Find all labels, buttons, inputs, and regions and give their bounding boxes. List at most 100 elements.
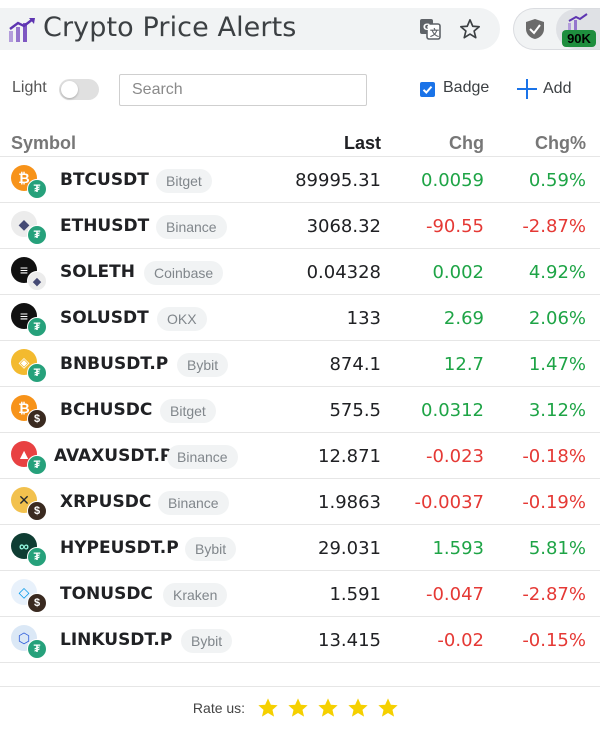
table-row[interactable]: ≡ ◆ SOLETH Coinbase 0.04328 0.002 4.92% (0, 249, 600, 295)
table-header: Symbol Last Chg Chg% (0, 130, 600, 157)
exchange-badge: OKX (157, 307, 207, 331)
price-change-percent: 1.47% (528, 354, 586, 375)
coin-pair-icon: ▲ ₮ (11, 441, 47, 475)
search-input[interactable] (119, 74, 367, 106)
column-header-chg-pct[interactable]: Chg% (535, 133, 586, 154)
table-row[interactable]: ◆ ₮ ETHUSDT Binance 3068.32 -90.55 -2.87… (0, 203, 600, 249)
table-row[interactable]: ◈ ₮ BNBUSDT.P Bybit 874.1 12.7 1.47% (0, 341, 600, 387)
crypto-alert-extension-icon (568, 13, 588, 30)
table-row[interactable]: ₿ ₮ BTCUSDT Bitget 89995.31 0.0059 0.59% (0, 157, 600, 203)
exchange-badge: Coinbase (144, 261, 224, 285)
footer-divider (0, 686, 600, 687)
usdc-icon: $ (27, 409, 47, 429)
price-change: 1.593 (432, 538, 484, 559)
price-change-percent: -0.18% (522, 446, 586, 467)
price-table: Symbol Last Chg Chg% ₿ ₮ BTCUSDT Bitget … (0, 130, 600, 663)
price-change-percent: -2.87% (522, 216, 586, 237)
theme-label: Light (12, 79, 47, 96)
tether-icon: ₮ (27, 179, 47, 199)
table-row[interactable]: ⬡ ₮ LINKUSDT.P Bybit 13.415 -0.02 -0.15% (0, 617, 600, 663)
exchange-badge: Bitget (156, 169, 212, 193)
rating-star-icon[interactable] (377, 697, 399, 719)
column-header-last[interactable]: Last (344, 133, 381, 154)
last-price: 12.871 (318, 446, 381, 467)
table-row[interactable]: ✕ $ XRPUSDC Binance 1.9863 -0.0037 -0.19… (0, 479, 600, 525)
table-row[interactable]: ₿ $ BCHUSDC Bitget 575.5 0.0312 3.12% (0, 387, 600, 433)
badge-checkbox[interactable] (420, 82, 435, 97)
symbol-name: BTCUSDT (60, 170, 149, 190)
tether-icon: ₮ (27, 639, 47, 659)
table-row[interactable]: ≡ ₮ SOLUSDT OKX 133 2.69 2.06% (0, 295, 600, 341)
symbol-name: TONUSDC (60, 584, 153, 604)
symbol-name: HYPEUSDT.P (60, 538, 179, 558)
last-price: 575.5 (329, 400, 381, 421)
coin-pair-icon: ◆ ₮ (11, 211, 47, 245)
table-row[interactable]: ▲ ₮ AVAXUSDT.P Binance 12.871 -0.023 -0.… (0, 433, 600, 479)
rating-star-icon[interactable] (347, 697, 369, 719)
symbol-name: SOLETH (60, 262, 135, 282)
rate-label: Rate us: (192, 700, 246, 716)
price-change-percent: -0.19% (522, 492, 586, 513)
price-change: -0.047 (425, 584, 484, 605)
price-change-percent: -0.15% (522, 630, 586, 651)
coin-pair-icon: ⬡ ₮ (11, 625, 47, 659)
price-change: -0.02 (437, 630, 484, 651)
last-price: 3068.32 (306, 216, 381, 237)
price-change: 0.0059 (421, 170, 484, 191)
tether-icon: ₮ (27, 455, 47, 475)
add-label: Add (543, 80, 572, 97)
exchange-badge: Bybit (181, 629, 233, 653)
column-header-symbol[interactable]: Symbol (11, 133, 76, 154)
price-change-percent: 3.12% (528, 400, 586, 421)
exchange-badge: Kraken (163, 583, 228, 607)
price-change-percent: 2.06% (528, 308, 586, 329)
table-row[interactable]: ◇ $ TONUSDC Kraken 1.591 -0.047 -2.87% (0, 571, 600, 617)
price-change: 0.0312 (421, 400, 484, 421)
plus-icon (516, 78, 538, 100)
rating-star-icon[interactable] (317, 697, 339, 719)
symbol-name: BNBUSDT.P (60, 354, 169, 374)
coin-pair-icon: ◈ ₮ (11, 349, 47, 383)
ethereum-icon: ◆ (27, 271, 47, 291)
price-change-percent: 0.59% (528, 170, 586, 191)
price-change: 2.69 (443, 308, 484, 329)
price-change: -0.023 (425, 446, 484, 467)
rate-us-bar: Rate us: (0, 694, 600, 722)
badge-label: Badge (443, 79, 490, 96)
add-button[interactable]: Add (516, 77, 571, 101)
symbol-name: XRPUSDC (60, 492, 152, 512)
app-title: Crypto Price Alerts (43, 12, 297, 43)
extension-header: Crypto Price Alerts G 文 90K (0, 0, 600, 58)
theme-toggle[interactable] (59, 79, 99, 100)
last-price: 89995.31 (295, 170, 381, 191)
symbol-name: SOLUSDT (60, 308, 149, 328)
coin-pair-icon: ◇ $ (11, 579, 47, 613)
rating-star-icon[interactable] (257, 697, 279, 719)
last-price: 29.031 (318, 538, 381, 559)
svg-text:文: 文 (429, 27, 440, 39)
coin-pair-icon: ₿ $ (11, 395, 47, 429)
price-change: 12.7 (443, 354, 484, 375)
coin-pair-icon: ₿ ₮ (11, 165, 47, 199)
coin-pair-icon: ✕ $ (11, 487, 47, 521)
last-price: 13.415 (318, 630, 381, 651)
bookmark-star-icon[interactable] (458, 17, 482, 41)
table-row[interactable]: ∞ ₮ HYPEUSDT.P Bybit 29.031 1.593 5.81% (0, 525, 600, 571)
price-change: -90.55 (425, 216, 484, 237)
price-change-percent: -2.87% (522, 584, 586, 605)
symbol-name: LINKUSDT.P (60, 630, 173, 650)
price-change: 0.002 (432, 262, 484, 283)
last-price: 0.04328 (306, 262, 381, 283)
last-price: 133 (346, 308, 381, 329)
tether-icon: ₮ (27, 317, 47, 337)
column-header-chg[interactable]: Chg (449, 133, 484, 154)
last-price: 1.9863 (318, 492, 381, 513)
shield-extension-icon[interactable] (524, 18, 546, 40)
exchange-badge: Binance (156, 215, 227, 239)
rating-star-icon[interactable] (287, 697, 309, 719)
exchange-badge: Bitget (160, 399, 216, 423)
tether-icon: ₮ (27, 225, 47, 245)
exchange-badge: Bybit (185, 537, 237, 561)
app-logo-icon (9, 18, 35, 42)
translate-icon[interactable]: G 文 (418, 17, 442, 41)
